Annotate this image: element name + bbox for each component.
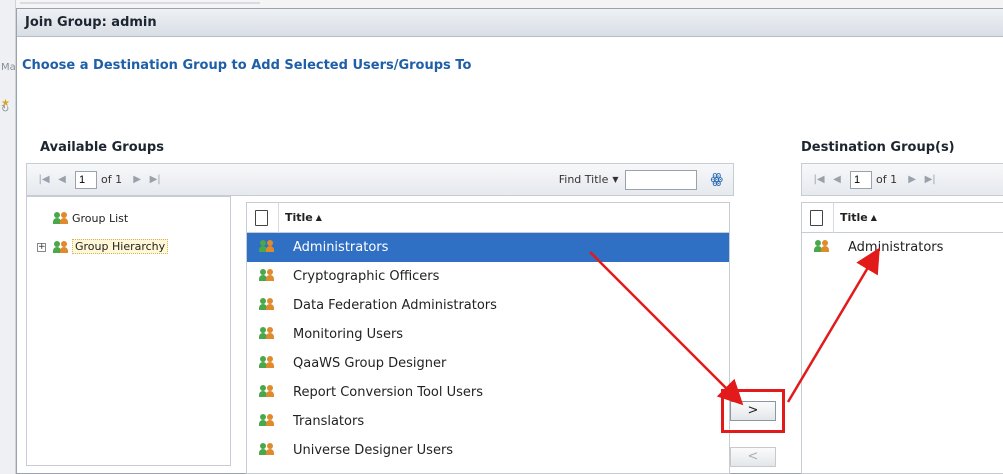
annotation-arrow-to-destination xyxy=(786,247,880,403)
annotation-arrow-to-button xyxy=(589,251,744,406)
annotation-arrows xyxy=(589,247,880,406)
